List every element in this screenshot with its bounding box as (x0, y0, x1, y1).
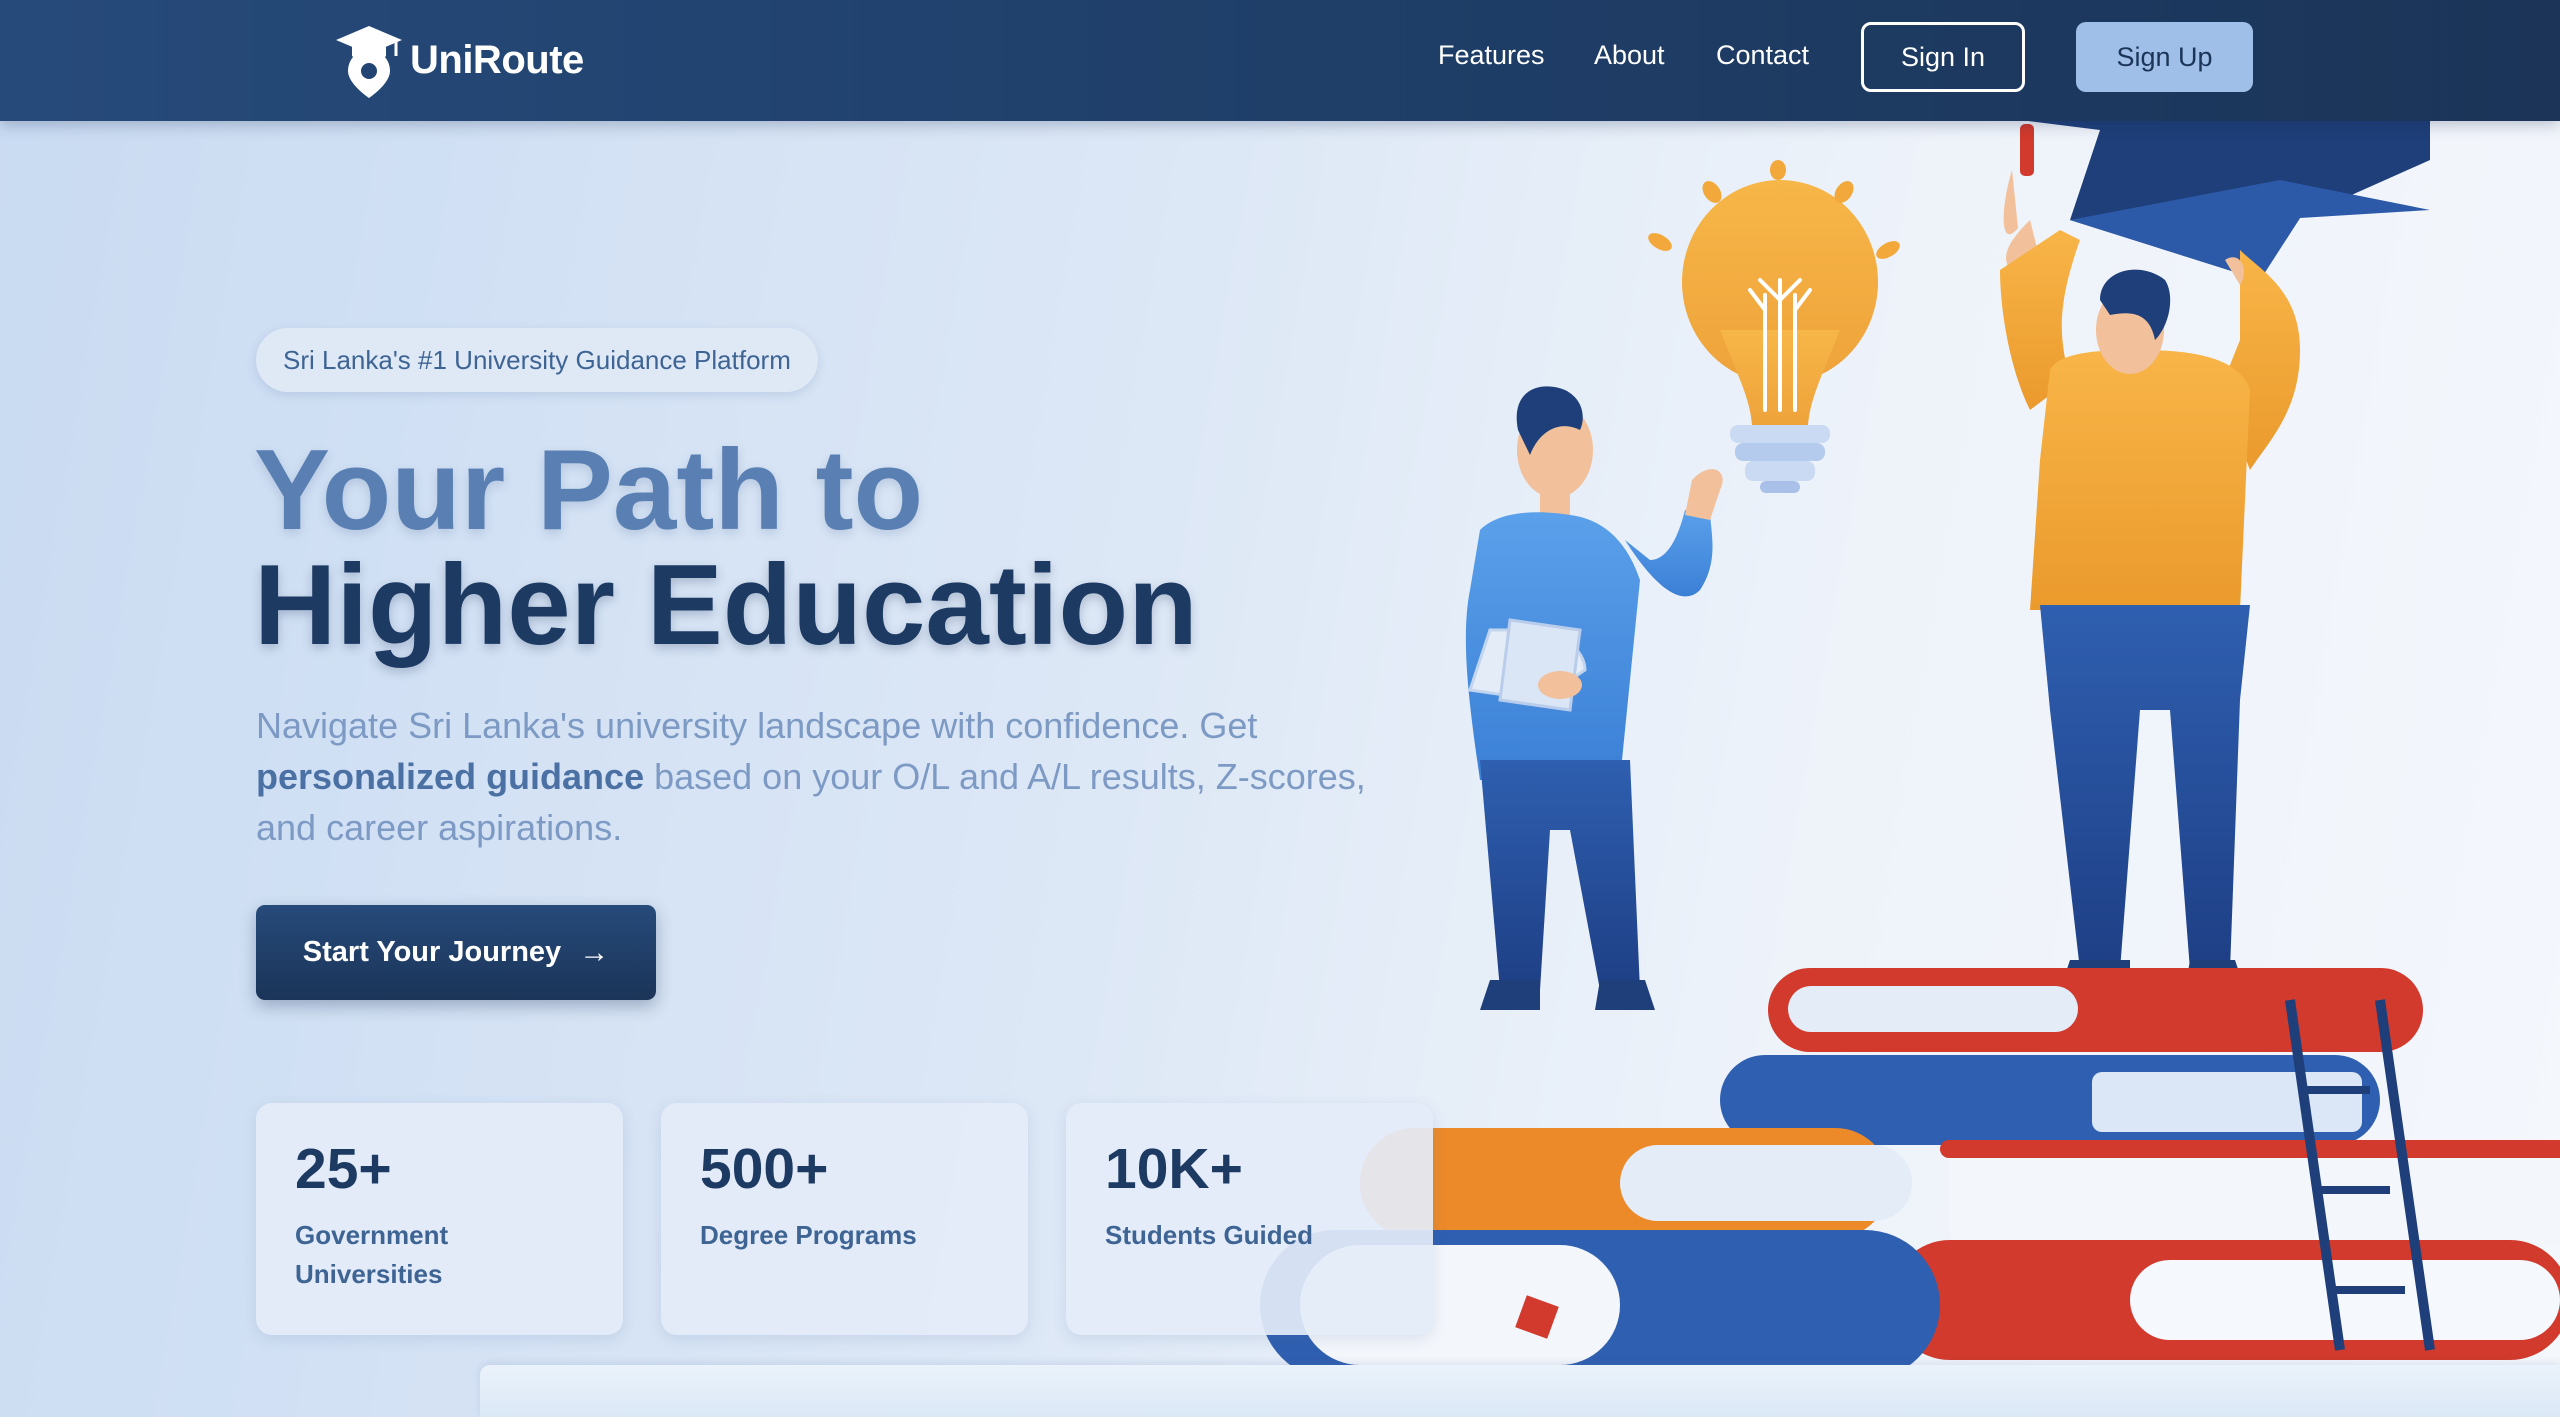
stat-value: 500+ (700, 1137, 829, 1201)
stat-value: 10K+ (1105, 1137, 1243, 1201)
start-journey-button[interactable]: Start Your Journey → (256, 905, 656, 1000)
top-navbar: UniRoute Features About Contact Sign In … (0, 0, 2560, 121)
graduation-cap-pin-icon (336, 26, 402, 98)
nav-link-about[interactable]: About (1594, 40, 1665, 71)
sign-in-button[interactable]: Sign In (1861, 22, 2025, 92)
hero-description: Navigate Sri Lanka's university landscap… (256, 705, 1366, 848)
next-section-edge (480, 1365, 2560, 1417)
stat-card-students: 10K+ Students Guided (1066, 1103, 1433, 1335)
student-holding-paper (1465, 386, 1723, 1010)
stat-card-universities: 25+ Government Universities (256, 1103, 623, 1335)
hero-illustration (1260, 110, 2560, 1380)
stat-label: Degree Programs (700, 1220, 917, 1250)
stat-value: 25+ (295, 1137, 392, 1201)
start-journey-label: Start Your Journey (302, 936, 562, 968)
nav-link-contact[interactable]: Contact (1716, 40, 1809, 71)
stat-card-programs: 500+ Degree Programs (661, 1103, 1028, 1335)
arrow-right-icon: → (579, 935, 610, 969)
lightbulb-icon (1648, 160, 1900, 493)
stat-label: Government Universities (295, 1220, 449, 1289)
nav-link-features[interactable]: Features (1438, 40, 1545, 71)
hero-title-line1: Your Path to (254, 427, 924, 554)
sign-up-button[interactable]: Sign Up (2076, 22, 2253, 92)
hero-description-emphasis: personalized guidance (256, 756, 645, 797)
student-raising-cap (2000, 170, 2300, 990)
brand-name: UniRoute (410, 37, 584, 82)
book-stack (1260, 968, 2560, 1380)
brand-logo-link[interactable]: UniRoute (334, 18, 584, 102)
hero-title-line2: Higher Education (254, 542, 1198, 669)
hero-badge: Sri Lanka's #1 University Guidance Platf… (256, 328, 818, 392)
stat-label: Students Guided (1105, 1220, 1313, 1250)
